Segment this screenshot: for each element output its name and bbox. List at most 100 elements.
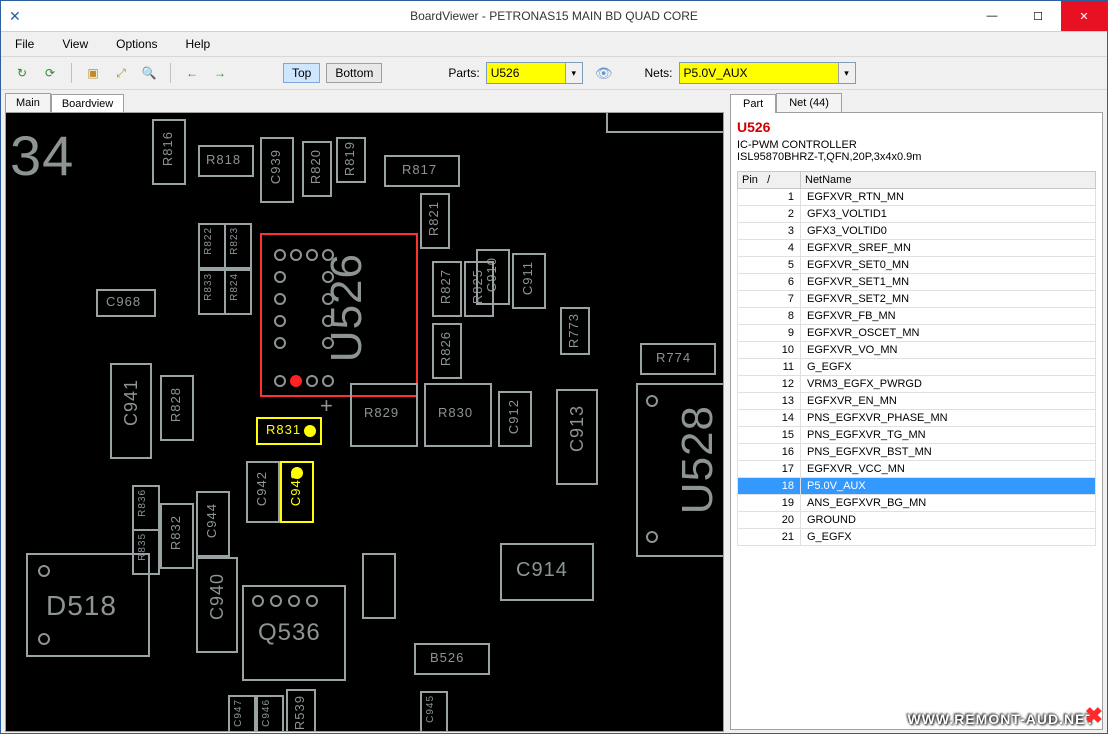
component-q536[interactable]: Q536 <box>242 585 346 681</box>
tab-part[interactable]: Part <box>730 94 776 113</box>
pins-table[interactable]: Pin / NetName 1EGFXVR_RTN_MN2GFX3_VOLTID… <box>737 171 1096 546</box>
component-r833[interactable]: R833 <box>198 269 226 315</box>
pin-row[interactable]: 12VRM3_EGFX_PWRGD <box>738 376 1096 393</box>
maximize-button[interactable]: ☐ <box>1015 1 1061 31</box>
parts-input[interactable] <box>487 64 565 82</box>
pin-row[interactable]: 14PNS_EGFXVR_PHASE_MN <box>738 410 1096 427</box>
component-u526[interactable]: U526 <box>260 233 418 397</box>
pin-row[interactable]: 2GFX3_VOLTID1 <box>738 206 1096 223</box>
component-r834[interactable] <box>362 553 396 619</box>
component-c944[interactable]: C944 <box>196 491 230 557</box>
component-r816[interactable]: R816 <box>152 119 186 185</box>
nets-label: Nets: <box>645 66 673 80</box>
pin-row[interactable]: 1EGFXVR_RTN_MN <box>738 189 1096 206</box>
component-r831[interactable]: R831 <box>256 417 322 445</box>
component-c946[interactable]: C946 <box>256 695 284 732</box>
component-b526[interactable]: B526 <box>414 643 490 675</box>
pin-row[interactable]: 3GFX3_VOLTID0 <box>738 223 1096 240</box>
forward-icon[interactable]: → <box>209 62 231 84</box>
eye-icon[interactable]: 👁 <box>589 65 619 82</box>
component-c913[interactable]: C913 <box>556 389 598 485</box>
menu-view[interactable]: View <box>56 35 94 53</box>
col-pin[interactable]: Pin / <box>738 172 801 189</box>
refresh-icon[interactable]: ↻ <box>11 62 33 84</box>
zoom-icon[interactable]: 🔍 <box>138 62 160 84</box>
menu-options[interactable]: Options <box>110 35 163 53</box>
pin-row[interactable]: 15PNS_EGFXVR_TG_MN <box>738 427 1096 444</box>
board-layer-number: 34 <box>10 123 74 188</box>
tab-net[interactable]: Net (44) <box>776 93 842 112</box>
component-r830[interactable]: R830 <box>424 383 492 447</box>
pin-row[interactable]: 18P5.0V_AUX <box>738 478 1096 495</box>
component-r829[interactable]: R829 <box>350 383 418 447</box>
close-button[interactable]: ✕ <box>1061 1 1107 31</box>
component-r539[interactable]: R539 <box>286 689 316 732</box>
component-c945[interactable]: C945 <box>420 691 448 732</box>
component-c942[interactable]: C942 <box>246 461 280 523</box>
component-r822[interactable]: R822 <box>198 223 226 269</box>
component-c968[interactable]: C968 <box>96 289 156 317</box>
tab-main[interactable]: Main <box>5 93 51 112</box>
minimize-button[interactable]: — <box>969 1 1015 31</box>
pin-row[interactable]: 21G_EGFX <box>738 529 1096 546</box>
pin-row[interactable]: 5EGFXVR_SET0_MN <box>738 257 1096 274</box>
component-c914[interactable]: C914 <box>500 543 594 601</box>
pin-row[interactable]: 17EGFXVR_VCC_MN <box>738 461 1096 478</box>
component-c947[interactable]: C947 <box>228 695 256 732</box>
component-r827[interactable]: R827 <box>432 261 462 317</box>
pin-row[interactable]: 13EGFXVR_EN_MN <box>738 393 1096 410</box>
layer-top-button[interactable]: Top <box>283 63 320 83</box>
refresh-all-icon[interactable]: ⟳ <box>39 62 61 84</box>
component-r826[interactable]: R826 <box>432 323 462 379</box>
component-r774[interactable]: R774 <box>640 343 716 375</box>
component-r821[interactable]: R821 <box>420 193 450 249</box>
component-r819[interactable]: R819 <box>336 137 366 183</box>
board-canvas[interactable]: 34 U526 + U528 <box>5 112 724 732</box>
component-c943[interactable]: C943 <box>280 461 314 523</box>
pin-row[interactable]: 4EGFXVR_SREF_MN <box>738 240 1096 257</box>
pin-row[interactable]: 19ANS_EGFXVR_BG_MN <box>738 495 1096 512</box>
pin-row[interactable]: 7EGFXVR_SET2_MN <box>738 291 1096 308</box>
component-partial-top[interactable] <box>606 112 724 133</box>
component-c911[interactable]: C911 <box>512 253 546 309</box>
part-name: U526 <box>737 119 1096 135</box>
nets-input[interactable] <box>680 64 838 82</box>
nets-combo[interactable]: ▾ <box>679 62 856 84</box>
titlebar: ✕ BoardViewer - PETRONAS15 MAIN BD QUAD … <box>1 1 1107 32</box>
component-c912[interactable]: C912 <box>498 391 532 447</box>
component-r824[interactable]: R824 <box>224 269 252 315</box>
layer-bottom-button[interactable]: Bottom <box>326 63 382 83</box>
component-c941[interactable]: C941 <box>110 363 152 459</box>
pin-row[interactable]: 9EGFXVR_OSCET_MN <box>738 325 1096 342</box>
pin-row[interactable]: 10EGFXVR_VO_MN <box>738 342 1096 359</box>
component-r820[interactable]: R820 <box>302 141 332 197</box>
menu-help[interactable]: Help <box>180 35 217 53</box>
col-netname[interactable]: NetName <box>801 172 1096 189</box>
component-r828[interactable]: R828 <box>160 375 194 441</box>
zoom-fit-icon[interactable]: ⤢ <box>110 62 132 84</box>
zoom-window-icon[interactable]: ▣ <box>82 62 104 84</box>
component-r818[interactable]: R818 <box>198 145 254 177</box>
component-r835[interactable]: R835 <box>132 529 160 575</box>
component-c939[interactable]: C939 <box>260 137 294 203</box>
component-r836[interactable]: R836 <box>132 485 160 531</box>
chevron-down-icon[interactable]: ▾ <box>838 63 855 83</box>
component-r823[interactable]: R823 <box>224 223 252 269</box>
pin-row[interactable]: 20GROUND <box>738 512 1096 529</box>
pin-row[interactable]: 6EGFXVR_SET1_MN <box>738 274 1096 291</box>
component-r773[interactable]: R773 <box>560 307 590 355</box>
chevron-down-icon[interactable]: ▾ <box>565 63 582 83</box>
pin-row[interactable]: 11G_EGFX <box>738 359 1096 376</box>
part-panel: U526 IC-PWM CONTROLLER ISL95870BHRZ-T,QF… <box>730 112 1103 730</box>
pin-row[interactable]: 16PNS_EGFXVR_BST_MN <box>738 444 1096 461</box>
component-r825[interactable]: R825 <box>464 261 494 317</box>
component-c940[interactable]: C940 <box>196 557 238 653</box>
component-r817[interactable]: R817 <box>384 155 460 187</box>
back-icon[interactable]: ← <box>181 62 203 84</box>
parts-combo[interactable]: ▾ <box>486 62 583 84</box>
component-r832[interactable]: R832 <box>160 503 194 569</box>
component-u528[interactable]: U528 <box>636 383 724 557</box>
tab-boardview[interactable]: Boardview <box>51 94 124 113</box>
menu-file[interactable]: File <box>9 35 40 53</box>
pin-row[interactable]: 8EGFXVR_FB_MN <box>738 308 1096 325</box>
